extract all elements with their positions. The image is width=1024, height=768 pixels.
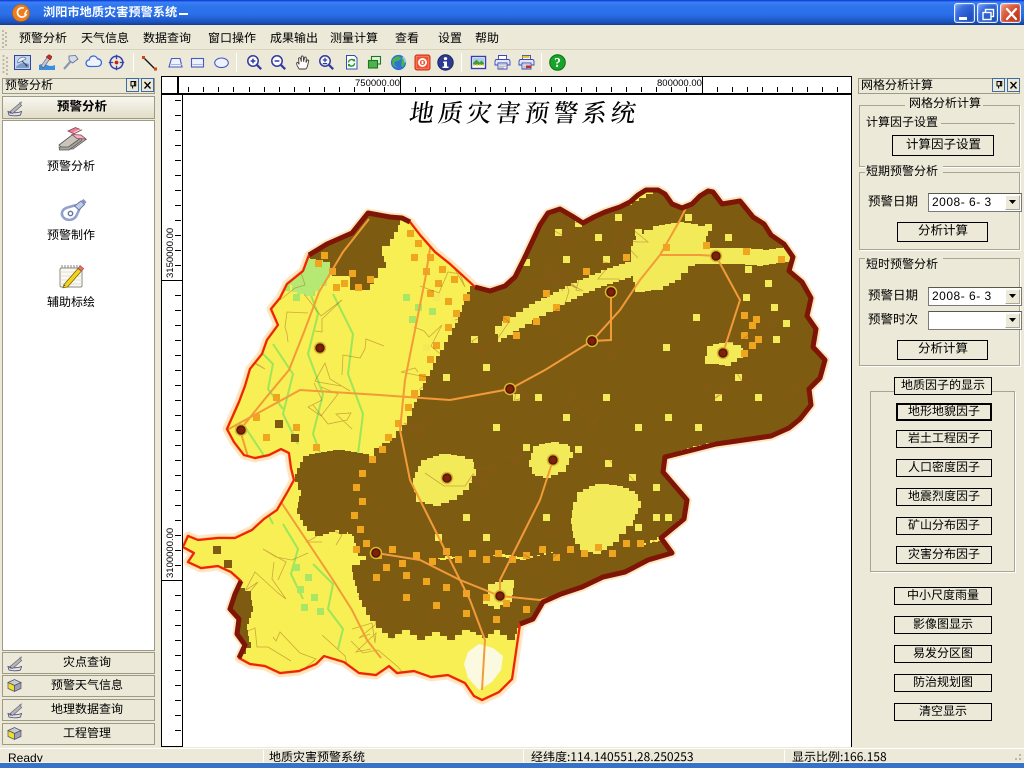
svg-text:?: ?: [554, 55, 561, 70]
